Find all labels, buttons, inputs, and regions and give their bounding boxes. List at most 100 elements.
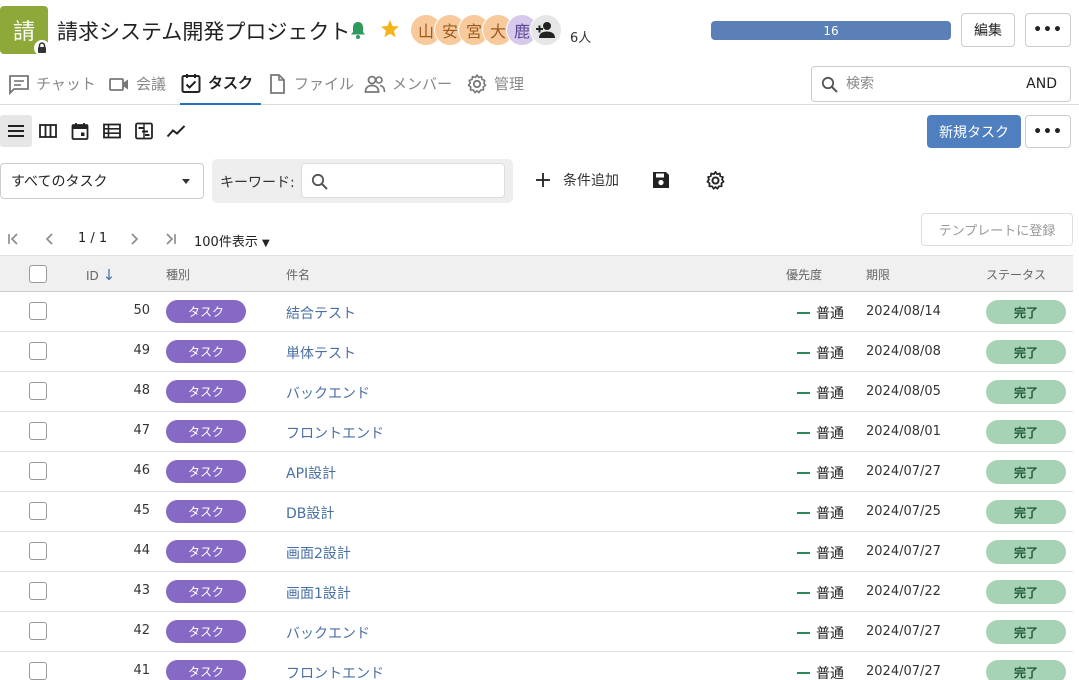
toolbar-more-button[interactable]: •••: [1025, 115, 1071, 148]
register-template-button[interactable]: テンプレートに登録: [921, 213, 1073, 246]
more-options-button[interactable]: •••: [1025, 13, 1071, 47]
due-date: 2024/07/27: [866, 544, 941, 559]
add-condition-button[interactable]: 条件追加: [534, 170, 619, 190]
task-id: 41: [133, 663, 150, 678]
tab-members[interactable]: メンバー: [364, 62, 452, 105]
tab-admin[interactable]: 管理: [466, 62, 524, 105]
calendar-view-button[interactable]: [64, 115, 96, 147]
task-filter-select[interactable]: すべてのタスク: [0, 163, 204, 199]
header-due[interactable]: 期限: [866, 266, 890, 283]
header-priority[interactable]: 優先度: [786, 266, 822, 283]
status-badge: 完了: [986, 460, 1066, 484]
table-row[interactable]: 45 タスク DB設計 普通 2024/07/25 完了: [0, 492, 1073, 532]
priority: 普通: [797, 463, 844, 483]
header-status[interactable]: ステータス: [986, 266, 1046, 283]
header-type[interactable]: 種別: [166, 266, 190, 283]
type-badge: タスク: [166, 460, 246, 483]
priority: 普通: [797, 383, 844, 403]
tab-meeting[interactable]: 会議: [108, 62, 166, 105]
calendar-view-icon: [71, 123, 89, 140]
edit-button[interactable]: 編集: [961, 13, 1015, 47]
next-page-icon[interactable]: [126, 231, 142, 247]
task-name-link[interactable]: API設計: [286, 463, 336, 483]
priority: 普通: [797, 503, 844, 523]
task-id: 49: [133, 343, 150, 358]
type-badge: タスク: [166, 540, 246, 563]
keyword-input[interactable]: [301, 163, 505, 198]
priority-normal-icon: [797, 472, 810, 474]
task-id: 44: [133, 543, 150, 558]
table-row[interactable]: 48 タスク バックエンド 普通 2024/08/05 完了: [0, 372, 1073, 412]
task-id: 48: [133, 383, 150, 398]
table-row[interactable]: 46 タスク API設計 普通 2024/07/27 完了: [0, 452, 1073, 492]
task-id: 45: [133, 503, 150, 518]
table-row[interactable]: 47 タスク フロントエンド 普通 2024/08/01 完了: [0, 412, 1073, 452]
board-view-button[interactable]: [32, 115, 64, 147]
priority-normal-icon: [797, 512, 810, 514]
table-header: ID ↓ 種別 件名 優先度 期限 ステータス: [0, 255, 1073, 292]
table-view-button[interactable]: [96, 115, 128, 147]
task-name-link[interactable]: 画面1設計: [286, 583, 351, 603]
due-date: 2024/08/08: [866, 344, 941, 359]
priority: 普通: [797, 343, 844, 363]
gear-icon: [467, 73, 487, 93]
priority-normal-icon: [797, 392, 810, 394]
status-badge: 完了: [986, 540, 1066, 564]
priority-normal-icon: [797, 432, 810, 434]
task-name-link[interactable]: バックエンド: [286, 623, 370, 643]
task-name-link[interactable]: 画面2設計: [286, 543, 351, 563]
lock-icon: [34, 40, 50, 56]
task-name-link[interactable]: フロントエンド: [286, 423, 384, 443]
add-member-button[interactable]: [530, 14, 562, 46]
chart-view-icon: [166, 125, 186, 138]
tab-chat[interactable]: チャット: [8, 62, 96, 105]
type-badge: タスク: [166, 380, 246, 403]
list-view-button[interactable]: [0, 115, 32, 147]
add-person-icon: [536, 22, 555, 38]
chart-view-button[interactable]: [160, 115, 192, 147]
header-name[interactable]: 件名: [286, 266, 310, 283]
task-name-link[interactable]: 結合テスト: [286, 303, 356, 323]
project-title: 請求システム開発プロジェクト: [57, 20, 351, 44]
due-date: 2024/07/27: [866, 464, 941, 479]
filter-settings-icon[interactable]: [705, 170, 726, 191]
type-badge: タスク: [166, 500, 246, 523]
task-name-link[interactable]: 単体テスト: [286, 343, 356, 363]
table-row[interactable]: 43 タスク 画面1設計 普通 2024/07/22 完了: [0, 572, 1073, 612]
status-badge: 完了: [986, 340, 1066, 364]
task-id: 47: [133, 423, 150, 438]
task-name-link[interactable]: バックエンド: [286, 383, 370, 403]
table-row[interactable]: 50 タスク 結合テスト 普通 2024/08/14 完了: [0, 292, 1073, 332]
pagination: 1 / 1 100件表示 ▼: [0, 227, 300, 251]
table-row[interactable]: 44 タスク 画面2設計 普通 2024/07/27 完了: [0, 532, 1073, 572]
last-page-icon[interactable]: [162, 231, 178, 247]
search-input[interactable]: [846, 71, 1016, 97]
tab-task[interactable]: タスク: [180, 62, 262, 105]
table-row[interactable]: 41 タスク フロントエンド 普通 2024/07/27 完了: [0, 652, 1073, 680]
page-indicator: 1 / 1: [78, 231, 108, 246]
type-badge: タスク: [166, 620, 246, 643]
per-page-select[interactable]: 100件表示 ▼: [194, 231, 270, 250]
header-id[interactable]: ID ↓: [86, 266, 115, 284]
task-name-link[interactable]: DB設計: [286, 503, 334, 523]
tab-files[interactable]: ファイル: [266, 62, 354, 105]
search-icon: [311, 173, 328, 190]
task-name-link[interactable]: フロントエンド: [286, 663, 384, 680]
table-row[interactable]: 49 タスク 単体テスト 普通 2024/08/08 完了: [0, 332, 1073, 372]
star-icon[interactable]: [380, 19, 400, 39]
save-icon[interactable]: [651, 170, 671, 190]
chevron-down-icon: ▼: [261, 238, 270, 249]
first-page-icon[interactable]: [6, 231, 22, 247]
select-all-checkbox[interactable]: [29, 265, 47, 283]
type-badge: タスク: [166, 340, 246, 363]
gantt-view-button[interactable]: [128, 115, 160, 147]
new-task-button[interactable]: 新規タスク: [927, 115, 1021, 148]
progress-value: 16: [823, 23, 839, 38]
priority: 普通: [797, 543, 844, 563]
search-mode-toggle[interactable]: AND: [1026, 76, 1057, 92]
table-row[interactable]: 42 タスク バックエンド 普通 2024/07/27 完了: [0, 612, 1073, 652]
keyword-filter: キーワード:: [212, 159, 513, 203]
prev-page-icon[interactable]: [42, 231, 58, 247]
type-badge: タスク: [166, 660, 246, 680]
bell-icon[interactable]: [349, 20, 367, 40]
